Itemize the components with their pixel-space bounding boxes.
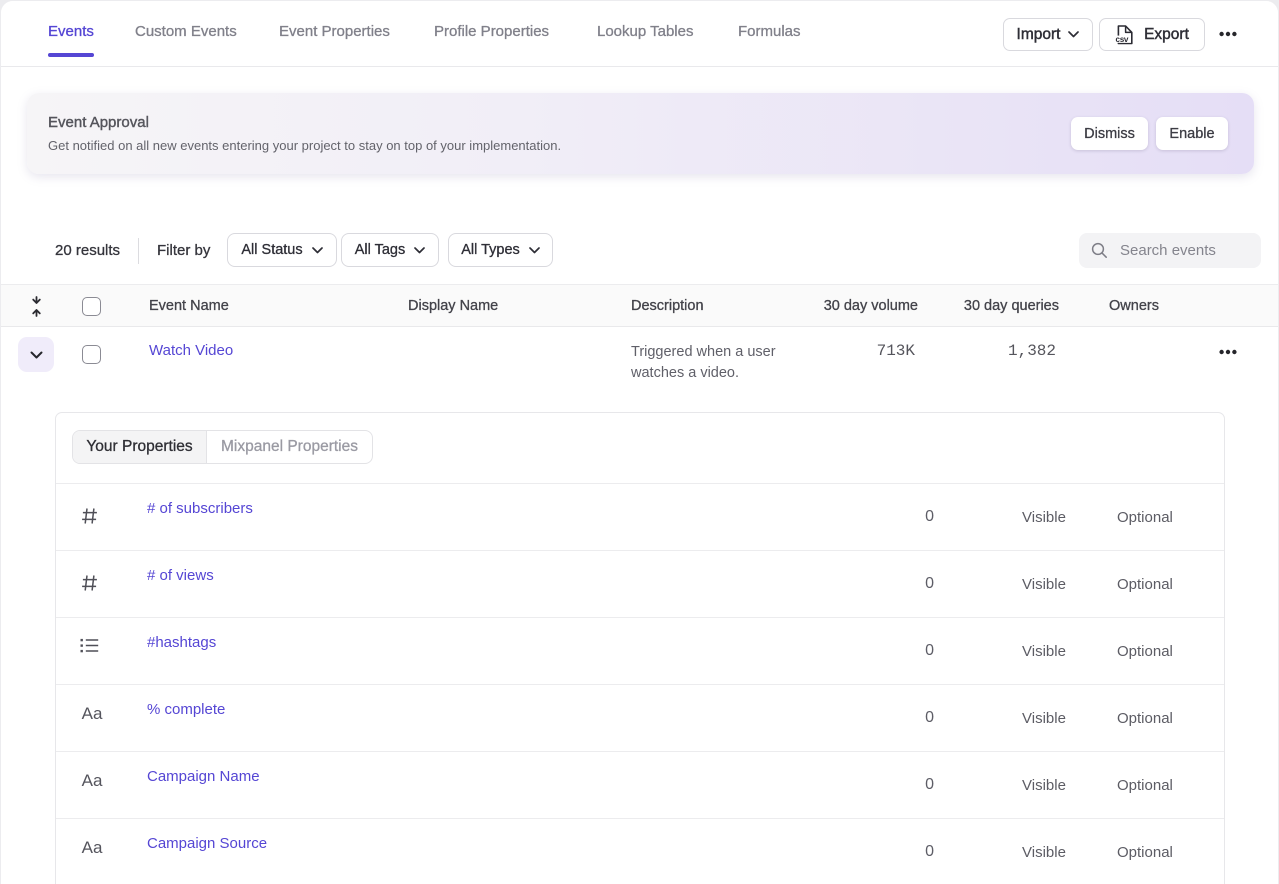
svg-text:csv: csv [1115, 35, 1128, 44]
